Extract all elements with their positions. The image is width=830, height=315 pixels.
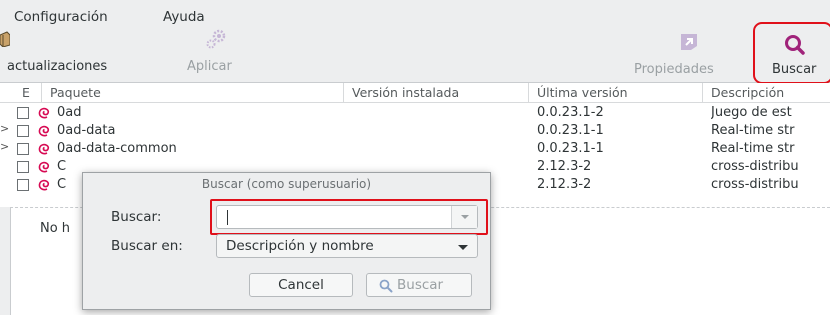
table-row[interactable]: > 0ad-data-common 0.0.23.1-1 Real-time s… — [0, 140, 830, 158]
dialog-search-button-label: Buscar — [397, 277, 444, 293]
debian-icon — [38, 125, 50, 137]
properties-label: Propiedades — [634, 62, 714, 77]
debian-icon — [38, 143, 50, 155]
package-description: cross-distribu — [711, 159, 799, 174]
row-checkbox[interactable] — [17, 107, 29, 119]
apply-label: Aplicar — [187, 59, 232, 74]
table-row[interactable]: 0ad 0.0.23.1-2 Juego de est — [0, 104, 830, 122]
package-description: cross-distribu — [711, 177, 799, 192]
dialog-title: Buscar (como superusuario) — [201, 177, 372, 191]
cancel-button[interactable]: Cancel — [249, 273, 353, 297]
package-name: 0ad-data-common — [57, 141, 177, 156]
package-name: C — [57, 177, 67, 192]
search-field-label: Buscar: — [111, 209, 162, 225]
latest-version: 2.12.3-2 — [537, 177, 592, 192]
package-description: Real-time str — [711, 141, 795, 156]
column-header-description[interactable]: Descripción — [703, 83, 830, 102]
menu-configuracion[interactable]: Configuración — [14, 9, 108, 25]
debian-icon — [38, 179, 50, 191]
updates-label: actualizaciones — [7, 59, 108, 74]
search-in-select[interactable]: Descripción y nombre — [216, 234, 478, 258]
row-marker: > — [0, 140, 10, 153]
chevron-down-icon — [458, 245, 468, 250]
latest-version: 0.0.23.1-1 — [537, 123, 604, 138]
properties-icon — [681, 34, 697, 50]
package-name: C — [57, 159, 67, 174]
latest-version: 0.0.23.1-2 — [537, 105, 604, 120]
gears-icon — [206, 29, 226, 49]
apply-button[interactable]: Aplicar — [185, 28, 255, 78]
search-dialog: Buscar (como superusuario) Buscar: Busca… — [82, 172, 491, 310]
search-in-value: Descripción y nombre — [226, 238, 374, 254]
left-edge — [0, 207, 10, 315]
row-marker: > — [0, 122, 10, 135]
menu-ayuda[interactable]: Ayuda — [163, 9, 205, 25]
toolbar-area: Configuración Ayuda actualizaciones Apli… — [0, 0, 830, 84]
column-header-package[interactable]: Paquete — [42, 83, 344, 102]
search-input-highlight — [210, 199, 488, 235]
latest-version: 2.12.3-2 — [537, 159, 592, 174]
updates-button[interactable]: actualizaciones — [0, 28, 160, 78]
column-header-e[interactable]: E — [14, 83, 42, 102]
debian-icon — [38, 107, 50, 119]
debian-icon — [38, 161, 50, 173]
package-description: Juego de est — [711, 105, 792, 120]
column-header-latest[interactable]: Última versión — [529, 83, 703, 102]
search-button-highlight — [753, 22, 830, 84]
search-in-label: Buscar en: — [111, 238, 183, 254]
row-checkbox[interactable] — [17, 125, 29, 137]
table-row[interactable]: > 0ad-data 0.0.23.1-1 Real-time str — [0, 122, 830, 140]
menubar: Configuración Ayuda — [0, 0, 830, 28]
table-header: E Paquete Versión instalada Última versi… — [0, 83, 830, 103]
row-checkbox[interactable] — [17, 143, 29, 155]
package-name: 0ad-data — [57, 123, 116, 138]
package-description: Real-time str — [711, 123, 795, 138]
row-checkbox[interactable] — [17, 161, 29, 173]
latest-version: 0.0.23.1-1 — [537, 141, 604, 156]
column-header-installed[interactable]: Versión instalada — [344, 83, 529, 102]
properties-button[interactable]: Propiedades — [632, 28, 747, 78]
package-icon — [0, 31, 10, 47]
dialog-search-button[interactable]: Buscar — [366, 273, 472, 297]
package-name: 0ad — [57, 105, 82, 120]
details-text: No h — [40, 221, 71, 236]
row-checkbox[interactable] — [17, 179, 29, 191]
search-icon — [379, 279, 393, 293]
